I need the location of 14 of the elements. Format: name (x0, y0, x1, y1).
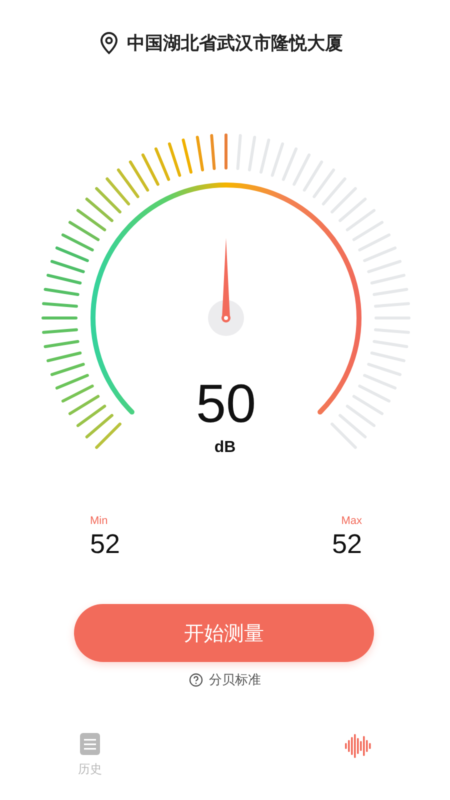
document-icon (80, 733, 100, 755)
nav-tab[interactable]: 历史 (78, 733, 102, 778)
start-button[interactable]: 开始测量 (74, 604, 374, 662)
decibel-reading: 50 (196, 377, 256, 431)
unit-label: dB (214, 439, 236, 457)
decibel-standard-link[interactable]: 分贝标准 (189, 671, 261, 689)
location-pin-icon (99, 31, 119, 55)
help-icon (189, 673, 203, 687)
stat-label: Max (341, 515, 362, 527)
stat-label: Min (90, 515, 108, 527)
stat-value: 52 (90, 529, 120, 560)
sound-wave-icon (344, 733, 372, 759)
stat-value: 52 (332, 529, 362, 560)
location-text: 中国湖北省武汉市隆悦大厦 (127, 32, 343, 55)
